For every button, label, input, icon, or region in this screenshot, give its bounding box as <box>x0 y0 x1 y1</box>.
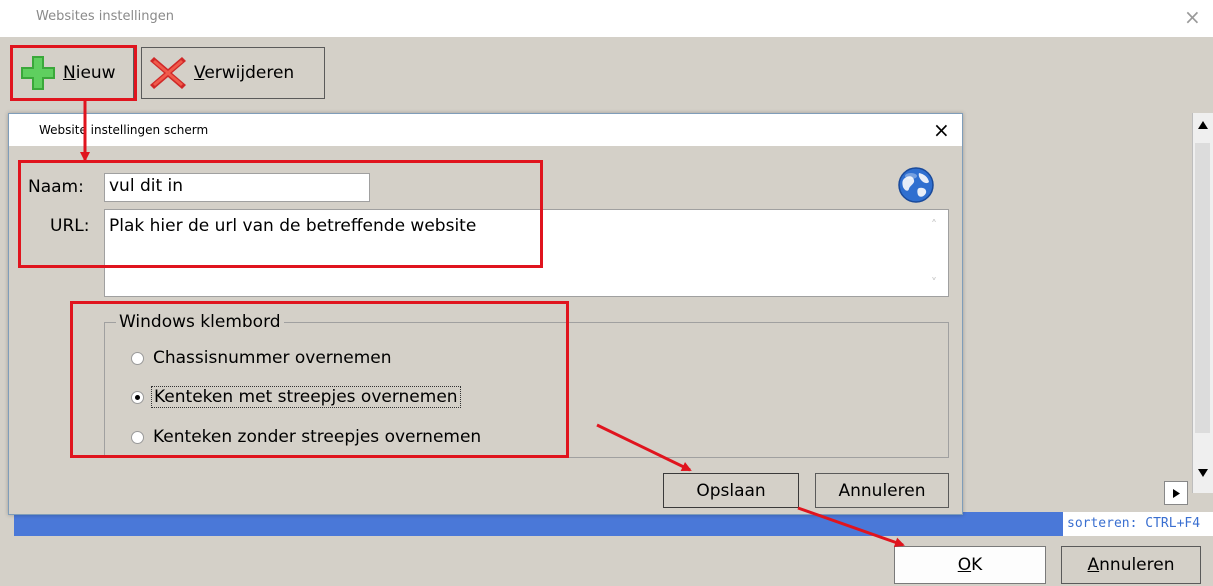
arrow-to-ok <box>797 506 905 548</box>
annotation-arrows <box>80 101 905 548</box>
arrow-to-save <box>596 423 692 472</box>
